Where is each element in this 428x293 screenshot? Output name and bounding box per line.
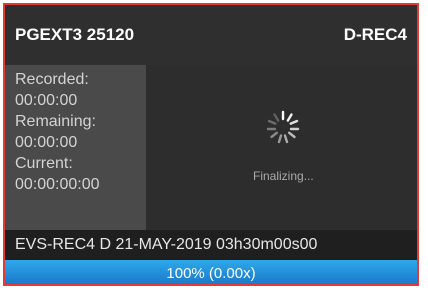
clip-id: PGEXT3 25120 — [15, 25, 135, 44]
recorded-label: Recorded: — [15, 71, 89, 88]
progress-label: 100% (0.00x) — [166, 264, 256, 282]
panel-header: PGEXT3 25120 D-REC4 — [5, 5, 417, 65]
recorded-value: 00:00:00 — [15, 92, 78, 109]
remaining-value: 00:00:00 — [15, 134, 78, 151]
remaining-label: Remaining: — [15, 113, 96, 130]
current-value: 00:00:00:00 — [15, 176, 100, 193]
finalizing-text: Finalizing... — [253, 169, 314, 183]
clip-info: EVS-REC4 D 21-MAY-2019 03h30m00s00 — [5, 230, 417, 260]
loading-spinner-icon — [266, 110, 300, 144]
recorder-panel[interactable]: PGEXT3 25120 D-REC4 Recorded: 00:00:00 R… — [3, 3, 419, 286]
recorder-name: D-REC4 — [343, 25, 407, 44]
preview-area: Finalizing... — [146, 65, 417, 230]
progress-bar: 100% (0.00x) — [5, 260, 417, 284]
current-label: Current: — [15, 155, 73, 172]
status-info: Recorded: 00:00:00 Remaining: 00:00:00 C… — [5, 65, 146, 230]
